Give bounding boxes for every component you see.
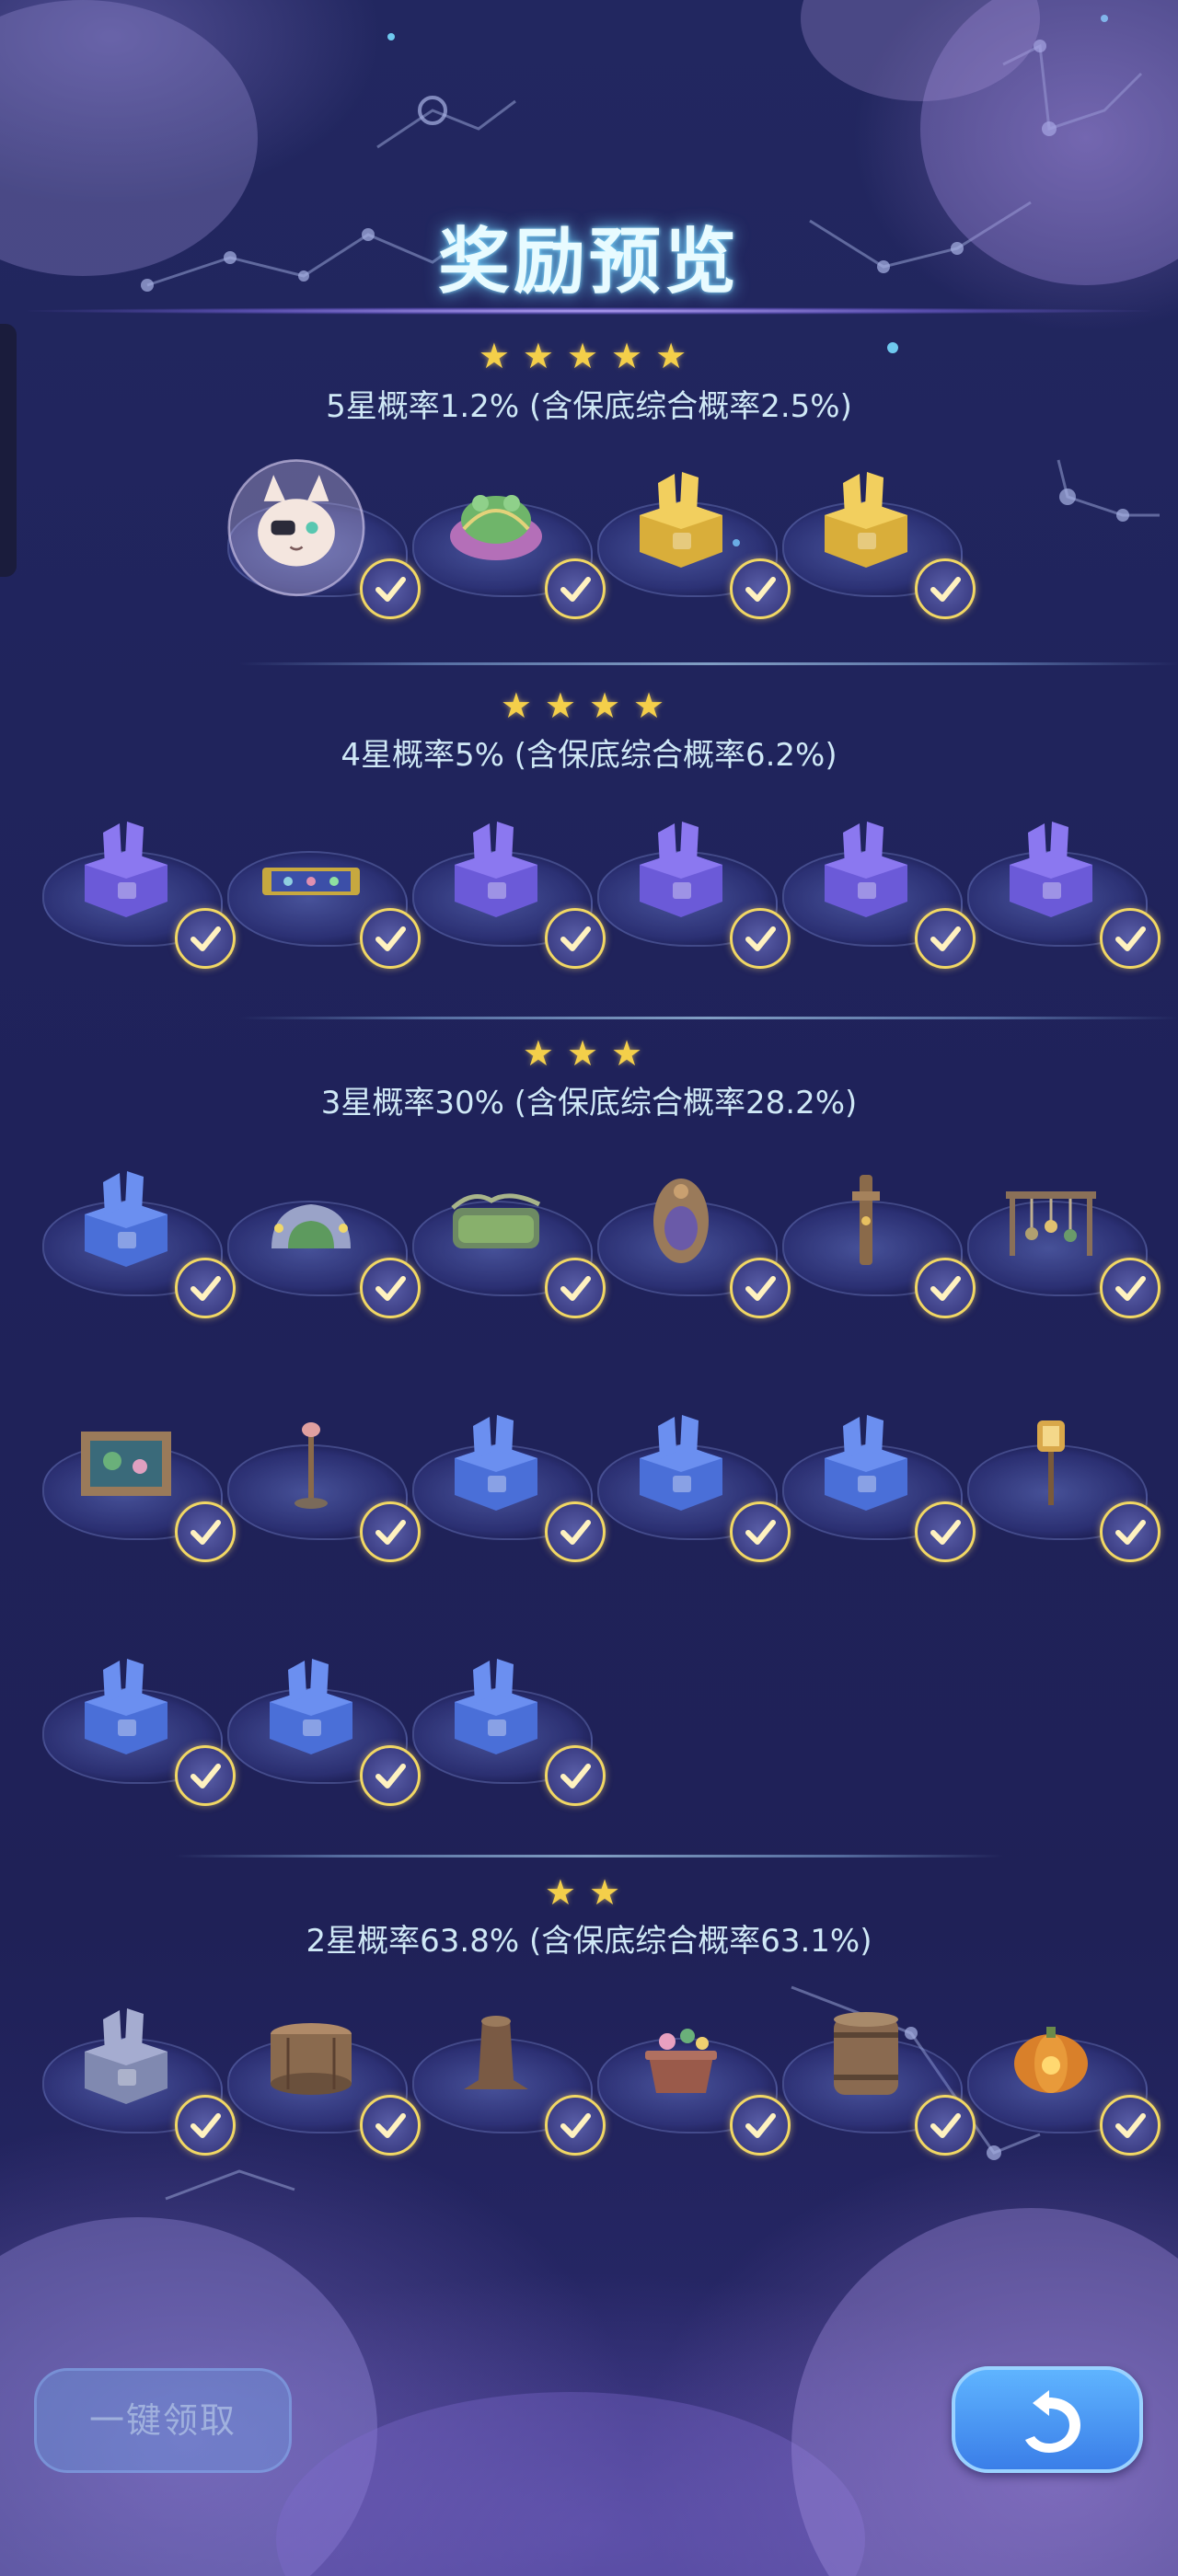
reward-item[interactable] — [409, 465, 606, 619]
back-button[interactable] — [952, 2366, 1143, 2473]
reward-item[interactable] — [964, 1164, 1161, 1318]
reward-item[interactable] — [964, 1408, 1161, 1562]
tier-stars: ★★ — [544, 1872, 634, 1913]
lamp-stand-icon — [294, 1422, 328, 1509]
reward-item[interactable] — [964, 814, 1161, 969]
blue-box-icon — [270, 1659, 352, 1754]
hanging-tools-icon — [1006, 1191, 1096, 1256]
reward-item[interactable] — [224, 2001, 421, 2156]
tier-divider — [239, 1017, 1178, 1019]
flower-pot-icon — [645, 2029, 717, 2093]
blue-box-icon — [455, 1415, 537, 1511]
pumpkin-lamp-icon — [1014, 2027, 1088, 2093]
reward-item[interactable] — [594, 2001, 791, 2156]
gold-box-icon — [640, 472, 722, 568]
reward-item[interactable] — [779, 465, 976, 619]
reward-item[interactable] — [224, 459, 421, 619]
checkmark-icon — [915, 558, 976, 619]
blue-box-icon — [640, 1415, 722, 1511]
purple-box-icon — [825, 822, 907, 917]
return-arrow-icon — [1025, 2390, 1080, 2453]
reward-item[interactable] — [409, 2001, 606, 2156]
round-door-icon — [653, 1179, 709, 1263]
gray-box-icon — [85, 2008, 167, 2104]
reward-item[interactable] — [409, 814, 606, 969]
tier-rate-label: 3星概率30% (含保底综合概率28.2%) — [320, 1085, 858, 1121]
reward-item[interactable] — [409, 1164, 606, 1318]
reward-item[interactable] — [779, 814, 976, 969]
reward-preview-screen: 奖励预览 ★★★★★ 5星概率1.2% (含保底综合概率2.5%) ★★★★ 4星概… — [0, 0, 1178, 2576]
reward-item[interactable] — [409, 1408, 606, 1562]
reward-item[interactable] — [594, 1408, 791, 1562]
stone-arch-icon — [271, 1204, 351, 1248]
tier-stars: ★★★★★ — [478, 336, 700, 376]
tier-rate-label: 2星概率63.8% (含保底综合概率63.1%) — [306, 1923, 872, 1960]
reward-item[interactable] — [39, 814, 236, 969]
reward-item[interactable] — [224, 1408, 421, 1562]
reward-item[interactable] — [964, 2001, 1161, 2156]
reward-item[interactable] — [779, 1408, 976, 1562]
checkmark-icon — [545, 1745, 606, 1806]
claim-all-button[interactable]: 一键领取 — [34, 2368, 292, 2473]
gold-box-icon — [825, 472, 907, 568]
purple-box-icon — [1010, 822, 1092, 917]
pattern-tile-icon — [262, 868, 360, 895]
purple-box-icon — [640, 822, 722, 917]
purple-box-icon — [455, 822, 537, 917]
checkmark-icon — [1100, 2095, 1161, 2156]
tier-rate-label: 5星概率1.2% (含保底综合概率2.5%) — [326, 388, 852, 425]
blue-box-icon — [825, 1415, 907, 1511]
reward-item[interactable] — [39, 1164, 236, 1318]
green-bed-icon — [451, 1193, 541, 1248]
cat-pirate-avatar-icon — [227, 459, 365, 597]
page-title: 奖励预览 — [437, 220, 740, 304]
tier-divider — [175, 1855, 1003, 1857]
wooden-barrel-icon — [834, 2012, 898, 2095]
blue-box-icon — [85, 1171, 167, 1267]
tier-divider — [239, 662, 1178, 665]
frog-float-icon — [450, 495, 542, 560]
reward-item[interactable] — [224, 814, 421, 969]
lantern-post-icon — [1037, 1420, 1065, 1505]
tier-stars: ★★★★ — [500, 685, 678, 726]
reward-item[interactable] — [224, 1651, 421, 1806]
reward-item[interactable] — [224, 1164, 421, 1318]
reward-item[interactable] — [594, 465, 791, 619]
title-underline — [28, 307, 1150, 315]
reward-item[interactable] — [39, 1651, 236, 1806]
picture-frame-icon — [81, 1432, 171, 1496]
checkmark-icon — [1100, 908, 1161, 969]
wooden-post-icon — [852, 1175, 880, 1265]
reward-item[interactable] — [409, 1651, 606, 1806]
reward-item[interactable] — [594, 814, 791, 969]
purple-box-icon — [85, 822, 167, 917]
tier-rate-label: 4星概率5% (含保底综合概率6.2%) — [341, 737, 837, 774]
reward-item[interactable] — [39, 2001, 236, 2156]
reward-item[interactable] — [779, 1164, 976, 1318]
tree-stump-icon — [464, 2016, 528, 2089]
reward-item[interactable] — [779, 2001, 976, 2156]
tier-stars: ★★★ — [522, 1033, 656, 1074]
checkmark-icon — [1100, 1258, 1161, 1318]
blue-box-icon — [455, 1659, 537, 1754]
reward-item[interactable] — [594, 1164, 791, 1318]
checkmark-icon — [1100, 1501, 1161, 1562]
wooden-stool-icon — [271, 2023, 352, 2095]
reward-item[interactable] — [39, 1408, 236, 1562]
blue-box-icon — [85, 1659, 167, 1754]
